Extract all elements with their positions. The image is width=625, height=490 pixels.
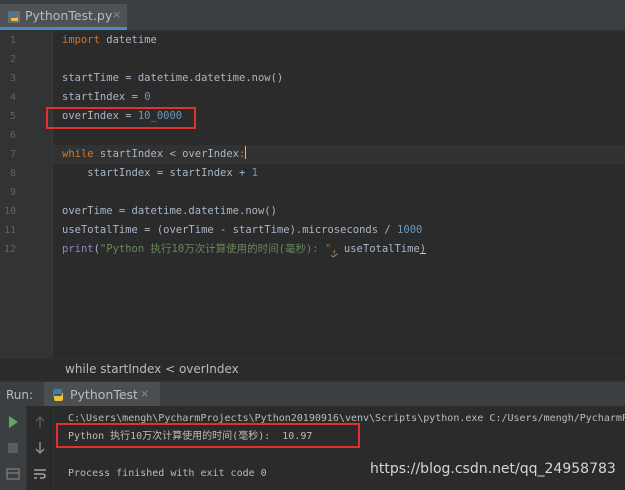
code-line-3: startTime = datetime.datetime.now() [62, 69, 283, 88]
line-number: 12 [3, 244, 16, 255]
line-number: 7 [9, 149, 16, 160]
run-console-panel: C:\Users\mengh\PycharmProjects\Python201… [0, 406, 625, 490]
scroll-up-icon[interactable] [32, 414, 48, 430]
run-title: Run: [6, 388, 34, 402]
watermark-text: https://blog.csdn.net/qq_24958783 [370, 461, 616, 477]
builtin-print: print [62, 243, 94, 255]
line-number: 10 [3, 206, 16, 217]
close-icon[interactable]: × [140, 387, 149, 400]
code-text: useTotalTime = (overTime - startTime).mi… [62, 224, 398, 236]
code-line-4: startIndex = 0 [62, 88, 151, 107]
breadcrumb[interactable]: while startIndex < overIndex [0, 358, 625, 381]
soft-wrap-icon[interactable] [32, 466, 48, 482]
code-text: ) [419, 243, 427, 255]
highlight-box-overindex [46, 107, 196, 129]
line-number-gutter: 1 2 3 4 5 6 7 8 9 10 11 12 [0, 31, 53, 358]
code-line-10: overTime = datetime.datetime.now() [62, 202, 277, 221]
run-toolbar-right [27, 406, 54, 490]
number-literal: 1 [251, 167, 258, 179]
scroll-down-icon[interactable] [32, 440, 48, 456]
run-tab-label: PythonTest [70, 387, 138, 402]
line-number: 3 [9, 73, 16, 84]
run-toolwindow-header: Run: PythonTest × [0, 381, 625, 408]
line-number: 9 [9, 187, 16, 198]
code-text: overTime = datetime.datetime.now() [62, 205, 277, 217]
editor-tab-label: PythonTest.py [25, 8, 113, 23]
editor-tab-bar: PythonTest.py × [0, 0, 625, 31]
python-file-icon [50, 387, 66, 407]
code-line-8: startIndex = startIndex + 1 [62, 164, 258, 183]
code-line-7: while startIndex < overIndex: [62, 145, 247, 164]
text-caret [245, 146, 247, 159]
python-file-icon [7, 9, 21, 28]
number-literal: 1000 [397, 224, 423, 236]
code-text: datetime [99, 34, 157, 46]
line-number: 11 [3, 225, 16, 236]
string-literal: "Python 执行10万次计算使用的时间(毫秒): " [99, 243, 332, 255]
code-editor[interactable]: 1 2 3 4 5 6 7 8 9 10 11 12 import dateti… [0, 31, 625, 358]
stop-icon[interactable] [5, 440, 21, 456]
console-exit-line: Process finished with exit code 0 [68, 468, 267, 479]
run-tab-pythontest[interactable]: PythonTest × [44, 382, 160, 407]
number-literal: 0 [144, 91, 151, 103]
keyword-while: while [62, 148, 94, 160]
line-number: 8 [9, 168, 16, 179]
highlight-box-result [56, 423, 360, 448]
close-icon[interactable]: × [112, 8, 121, 21]
code-text: startIndex = [62, 91, 145, 103]
code-text: startIndex = startIndex + [62, 167, 252, 179]
layout-icon[interactable] [5, 466, 21, 482]
code-text: startTime = datetime.datetime.now() [62, 72, 284, 84]
code-text: useTotalTime [337, 243, 420, 255]
code-line-1: import datetime [62, 31, 157, 50]
code-line-12: print("Python 执行10万次计算使用的时间(毫秒): ", useT… [62, 240, 426, 259]
rerun-icon[interactable] [5, 414, 21, 430]
keyword-import: import [62, 34, 100, 46]
breadcrumb-text: while startIndex < overIndex [65, 362, 239, 376]
editor-tab-pythontest[interactable]: PythonTest.py × [0, 4, 127, 30]
line-number: 6 [9, 130, 16, 141]
line-number: 5 [9, 111, 16, 122]
line-number: 4 [9, 92, 16, 103]
code-text: startIndex < overIndex [93, 148, 240, 160]
run-toolbar-left [0, 406, 27, 490]
code-line-11: useTotalTime = (overTime - startTime).mi… [62, 221, 422, 240]
line-number: 1 [9, 35, 16, 46]
line-number: 2 [9, 54, 16, 65]
